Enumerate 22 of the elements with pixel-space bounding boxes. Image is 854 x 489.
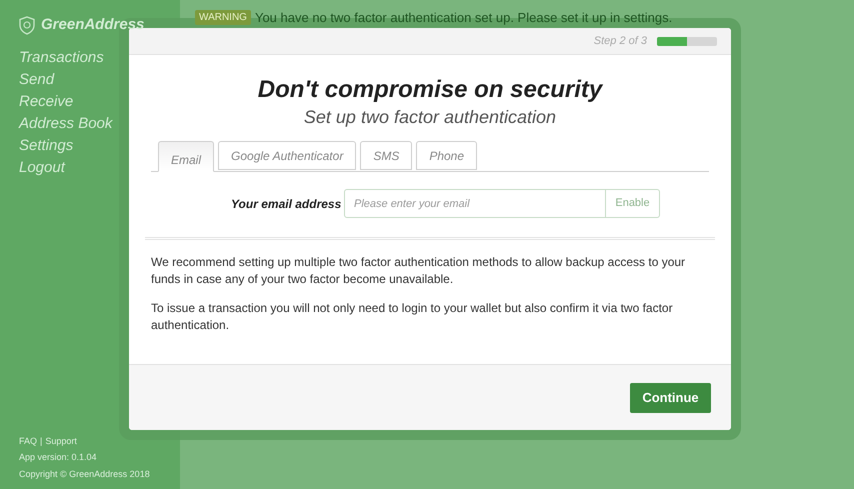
shield-icon <box>19 16 35 35</box>
tab[interactable]: Google Authenticator <box>218 141 356 170</box>
info-paragraph: We recommend setting up multiple two factor authentication methods to allow backup access to your funds in case any of your two factor become unavailable. <box>151 254 686 288</box>
footer-link[interactable]: FAQ <box>19 434 38 448</box>
enable-button[interactable]: Enable <box>606 189 660 218</box>
copyright-text: Copyright © GreenAddress 2018 <box>19 468 151 481</box>
email-input-field[interactable]: Please enter your email <box>344 189 606 218</box>
tab[interactable]: SMS <box>360 141 412 170</box>
footer-link[interactable]: Support <box>45 434 77 448</box>
version-text: App version: 0.1.04 <box>19 451 98 464</box>
separator-text: | <box>40 434 42 448</box>
field-label: Your email address <box>231 196 342 212</box>
step-text: Step 2 of 3 <box>594 34 647 49</box>
info-paragraph: To issue a transaction you will not only need to login to your wallet but also confirm it via two factor authentication. <box>151 300 674 334</box>
modal-subtitle: Set up two factor authentication <box>304 106 556 129</box>
tab[interactable]: Phone <box>416 141 478 170</box>
modal-title: Don't compromise on security <box>258 75 602 105</box>
warning-message: You have no two factor authentication set up. Please set it up in settings. <box>254 9 672 27</box>
continue-button[interactable]: Continue <box>630 382 711 412</box>
tab[interactable]: Email <box>158 141 214 172</box>
logo-text: GreenAddress <box>41 15 144 35</box>
warning-badge: WARNING <box>195 10 251 26</box>
